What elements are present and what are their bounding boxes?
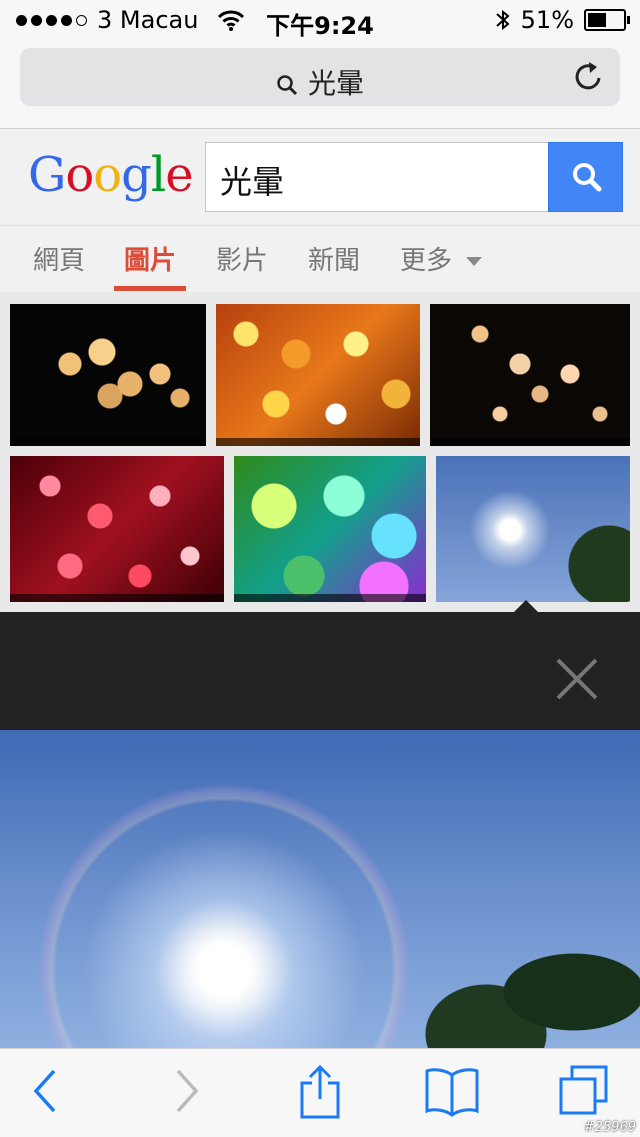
logo-letter: o [65,147,94,203]
image-result[interactable] [10,304,206,446]
logo-letter: o [93,147,122,203]
search-icon [277,75,298,96]
chevron-down-icon [466,256,483,266]
logo-letter: G [28,147,66,203]
share-icon[interactable] [298,1063,342,1119]
image-caption-strip [430,438,630,446]
tab-news[interactable]: 新聞 [308,240,360,277]
address-query: 光暈 [20,62,620,102]
google-search-input[interactable]: 光暈 [205,142,549,212]
search-icon [573,163,602,192]
bookmarks-icon[interactable] [424,1067,480,1117]
tabs-icon[interactable] [558,1065,610,1117]
image-result[interactable] [216,304,420,446]
tab-web[interactable]: 網頁 [33,240,85,277]
address-bar[interactable]: 光暈 [20,48,620,106]
image-caption-strip [216,438,420,446]
status-bar: 3 Macau 下午9:24 51% [0,0,640,40]
back-icon[interactable] [30,1067,60,1115]
forward-icon[interactable] [172,1067,202,1115]
image-caption-strip [234,594,426,602]
image-result[interactable] [10,456,224,602]
battery-icon [584,9,630,31]
tree-silhouette [420,908,640,1048]
google-search-button[interactable] [548,142,623,212]
bluetooth-icon [495,9,510,31]
address-bar-container: 光暈 [0,40,640,129]
image-preview[interactable] [0,730,640,1048]
watermark: #25969 [583,1120,636,1135]
image-viewer-header [0,600,640,730]
image-result[interactable] [430,304,630,446]
tab-more-label: 更多 [400,246,453,276]
image-result-selected[interactable] [436,456,630,602]
logo-letter: g [121,147,152,203]
address-query-text: 光暈 [307,67,364,100]
active-tab-indicator [114,286,186,291]
close-icon[interactable] [556,658,598,700]
status-right: 51% [495,6,630,34]
tab-more[interactable]: 更多 [400,240,483,277]
tab-videos[interactable]: 影片 [216,240,268,277]
google-header: Google 光暈 [0,129,640,226]
image-results-grid [0,292,640,612]
logo-letter: l [150,147,166,203]
image-caption-strip [10,438,206,446]
reload-icon[interactable] [574,60,604,92]
browser-toolbar: #25969 [0,1048,640,1137]
logo-letter: e [165,147,193,203]
selection-pointer [514,600,538,612]
image-caption-strip [10,594,224,602]
battery-percent: 51% [520,6,574,34]
tab-images[interactable]: 圖片 [124,240,176,277]
image-result[interactable] [234,456,426,602]
google-logo[interactable]: Google [28,147,194,203]
search-tabs: 網頁 圖片 影片 新聞 更多 [0,226,640,292]
google-search-value: 光暈 [220,163,285,201]
